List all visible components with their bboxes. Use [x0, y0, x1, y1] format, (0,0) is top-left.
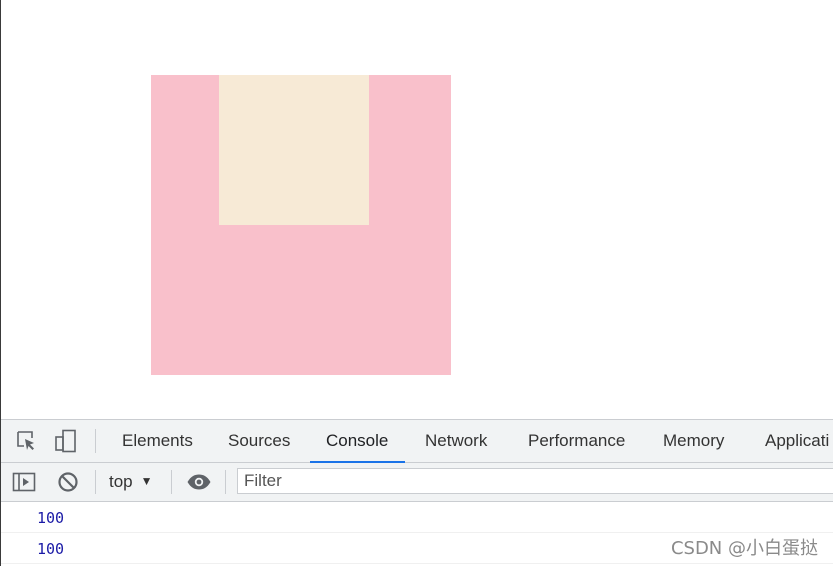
console-toolbar: top ▼ [1, 463, 833, 502]
console-number-value: 100 [37, 540, 65, 558]
tab-console[interactable]: Console [309, 420, 406, 463]
context-selector[interactable]: top ▼ [109, 463, 153, 501]
console-message: 100 [1, 502, 833, 533]
dropdown-arrow-icon: ▼ [140, 474, 153, 488]
toolbar-divider [225, 470, 226, 494]
page-viewport [0, 0, 833, 419]
tab-network[interactable]: Network [425, 420, 487, 462]
sidebar-toggle-icon[interactable] [12, 470, 36, 494]
tab-elements[interactable]: Elements [122, 420, 193, 462]
filter-input[interactable] [237, 468, 833, 494]
context-label: top [109, 472, 133, 491]
device-toggle-icon[interactable] [54, 429, 78, 453]
eye-icon[interactable] [186, 470, 211, 494]
watermark: CSDN @小白蛋挞 [670, 538, 818, 559]
tab-sources[interactable]: Sources [228, 420, 290, 462]
tab-memory[interactable]: Memory [663, 420, 724, 462]
clear-console-icon[interactable] [56, 470, 80, 494]
devtools-tabbar: Elements Sources Console Network Perform… [1, 420, 833, 463]
tab-performance[interactable]: Performance [528, 420, 625, 462]
toolbar-divider [171, 470, 172, 494]
inspect-element-icon[interactable] [15, 429, 39, 453]
toolbar-divider [95, 470, 96, 494]
console-number-value: 100 [37, 509, 65, 527]
inner-box [219, 75, 369, 225]
tabbar-divider [95, 429, 96, 453]
screenshot-root: Elements Sources Console Network Perform… [0, 0, 833, 566]
tab-application[interactable]: Applicati [765, 420, 829, 462]
